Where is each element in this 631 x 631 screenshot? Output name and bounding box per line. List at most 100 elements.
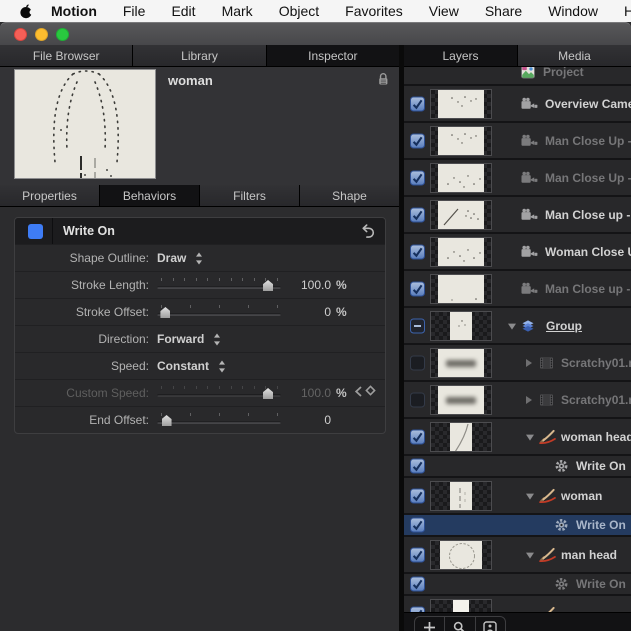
layer-row-scratchy01-m[interactable]: Scratchy01.m [404, 382, 631, 419]
menu-app-name[interactable]: Motion [51, 3, 97, 19]
disclosure-triangle-closed[interactable] [526, 358, 532, 367]
end-offset-slider[interactable] [157, 412, 281, 428]
menu-item-favorites[interactable]: Favorites [345, 3, 403, 19]
end-offset-value[interactable]: 0 [289, 413, 331, 427]
layer-name[interactable]: woman [561, 489, 602, 503]
stroke-length-value[interactable]: 100.0 [289, 278, 331, 292]
layer-row-group[interactable]: Group [404, 308, 631, 345]
layer-row-write-on[interactable]: Write On [404, 574, 631, 596]
layer-row-write-on[interactable]: Write On [404, 515, 631, 537]
layer-name[interactable]: woman head [561, 430, 631, 444]
close-window-button[interactable] [14, 27, 27, 41]
reset-icon[interactable] [360, 224, 375, 238]
menu-item-view[interactable]: View [429, 3, 459, 19]
layer-visibility-checkbox[interactable] [410, 170, 425, 185]
layer-row-project[interactable]: Project [404, 67, 631, 86]
insert-object-button[interactable] [474, 617, 505, 631]
previous-keyframe-icon[interactable] [354, 384, 363, 402]
disclosure-triangle-open[interactable] [508, 323, 516, 330]
layer-visibility-checkbox[interactable] [410, 207, 425, 222]
stroke-offset-value[interactable]: 0 [289, 305, 331, 319]
tab-file-browser[interactable]: File Browser [0, 45, 133, 66]
slider-thumb[interactable] [161, 415, 172, 426]
slider-thumb[interactable] [263, 388, 274, 399]
disclosure-triangle-open[interactable] [526, 434, 534, 441]
disclosure-triangle-open[interactable] [526, 493, 534, 500]
layer-name[interactable]: Overview Came [545, 97, 631, 111]
layer-name[interactable]: Project [543, 67, 584, 79]
layer-name[interactable]: Write On [576, 577, 626, 591]
direction-popup[interactable]: Forward [157, 332, 204, 346]
disclosure-triangle-open[interactable] [526, 552, 534, 559]
layer-name[interactable]: Scratchy01.m [561, 356, 631, 370]
slider-track[interactable] [157, 394, 281, 397]
subtab-behaviors[interactable]: Behaviors [100, 185, 199, 206]
layer-row-man-close-up-[interactable]: Man Close up - [404, 197, 631, 234]
layer-name[interactable]: Write On [576, 459, 626, 473]
speed-popup[interactable]: Constant [157, 359, 209, 373]
layer-name[interactable]: Group [546, 319, 582, 333]
layer-visibility-checkbox[interactable] [410, 547, 425, 562]
behavior-enable-checkbox[interactable] [28, 223, 43, 239]
layer-name[interactable]: Scratchy01.m [561, 393, 631, 407]
slider-thumb[interactable] [160, 307, 171, 318]
menu-item-share[interactable]: Share [485, 3, 522, 19]
layer-row-write-on[interactable]: Write On [404, 456, 631, 478]
menu-item-mark[interactable]: Mark [222, 3, 253, 19]
layer-name[interactable]: Man Close up - [545, 282, 630, 296]
layer-visibility-checkbox[interactable] [410, 133, 425, 148]
layer-visibility-checkbox[interactable] [410, 429, 425, 444]
disclosure-triangle-closed[interactable] [526, 395, 532, 404]
custom-speed-value[interactable]: 100.0 [289, 386, 331, 400]
apple-menu-icon[interactable] [20, 3, 33, 19]
layer-visibility-checkbox[interactable] [410, 96, 425, 111]
layer-row-partial[interactable] [404, 596, 631, 612]
popup-stepper-icon[interactable] [213, 333, 221, 346]
window-title-bar[interactable] [0, 22, 631, 45]
layer-visibility-checkbox[interactable] [410, 244, 425, 259]
stroke-length-slider[interactable] [157, 277, 281, 293]
layer-row-woman-head[interactable]: woman head [404, 419, 631, 456]
minimize-window-button[interactable] [35, 27, 48, 41]
zoom-window-button[interactable] [56, 27, 69, 41]
popup-stepper-icon[interactable] [195, 252, 203, 265]
menu-item-object[interactable]: Object [279, 3, 319, 19]
layer-name[interactable]: Man Close up - [545, 208, 630, 222]
menu-item-help[interactable]: Help [624, 3, 631, 19]
custom-speed-slider[interactable] [157, 385, 281, 401]
tab-media[interactable]: Media [518, 45, 631, 66]
layer-visibility-checkbox[interactable] [410, 517, 425, 533]
layer-row-man-close-up-[interactable]: Man Close Up - [404, 123, 631, 160]
lock-icon[interactable] [377, 72, 389, 91]
layer-row-man-close-up-[interactable]: Man Close up - [404, 271, 631, 308]
layer-visibility-checkbox[interactable] [410, 318, 425, 333]
slider-track[interactable] [157, 421, 281, 424]
layer-name[interactable]: Man Close Up - [545, 171, 631, 185]
layer-visibility-checkbox[interactable] [410, 355, 425, 370]
tab-layers[interactable]: Layers [404, 45, 517, 66]
keyframe-diamond-icon[interactable] [364, 384, 377, 402]
layer-visibility-checkbox[interactable] [410, 488, 425, 503]
layer-visibility-checkbox[interactable] [410, 576, 425, 592]
subtab-filters[interactable]: Filters [200, 185, 299, 206]
search-button[interactable] [444, 617, 474, 631]
layer-row-scratchy01-m[interactable]: Scratchy01.m [404, 345, 631, 382]
slider-thumb[interactable] [263, 280, 274, 291]
tab-inspector[interactable]: Inspector [266, 45, 399, 66]
layer-name[interactable]: man head [561, 548, 617, 562]
layer-visibility-checkbox[interactable] [410, 392, 425, 407]
plus-button[interactable] [415, 617, 444, 631]
layer-row-man-head[interactable]: man head [404, 537, 631, 574]
menu-item-edit[interactable]: Edit [171, 3, 195, 19]
shape-outline-popup[interactable]: Draw [157, 251, 186, 265]
layer-row-woman-close-u[interactable]: Woman Close U [404, 234, 631, 271]
menu-item-window[interactable]: Window [548, 3, 598, 19]
layer-row-woman[interactable]: woman [404, 478, 631, 515]
layer-row-man-close-up-[interactable]: Man Close Up - [404, 160, 631, 197]
slider-track[interactable] [157, 313, 281, 316]
subtab-properties[interactable]: Properties [0, 185, 99, 206]
slider-track[interactable] [157, 286, 281, 289]
layer-name[interactable]: Write On [576, 518, 626, 532]
popup-stepper-icon[interactable] [218, 360, 226, 373]
layer-row-overview-came[interactable]: Overview Came [404, 86, 631, 123]
